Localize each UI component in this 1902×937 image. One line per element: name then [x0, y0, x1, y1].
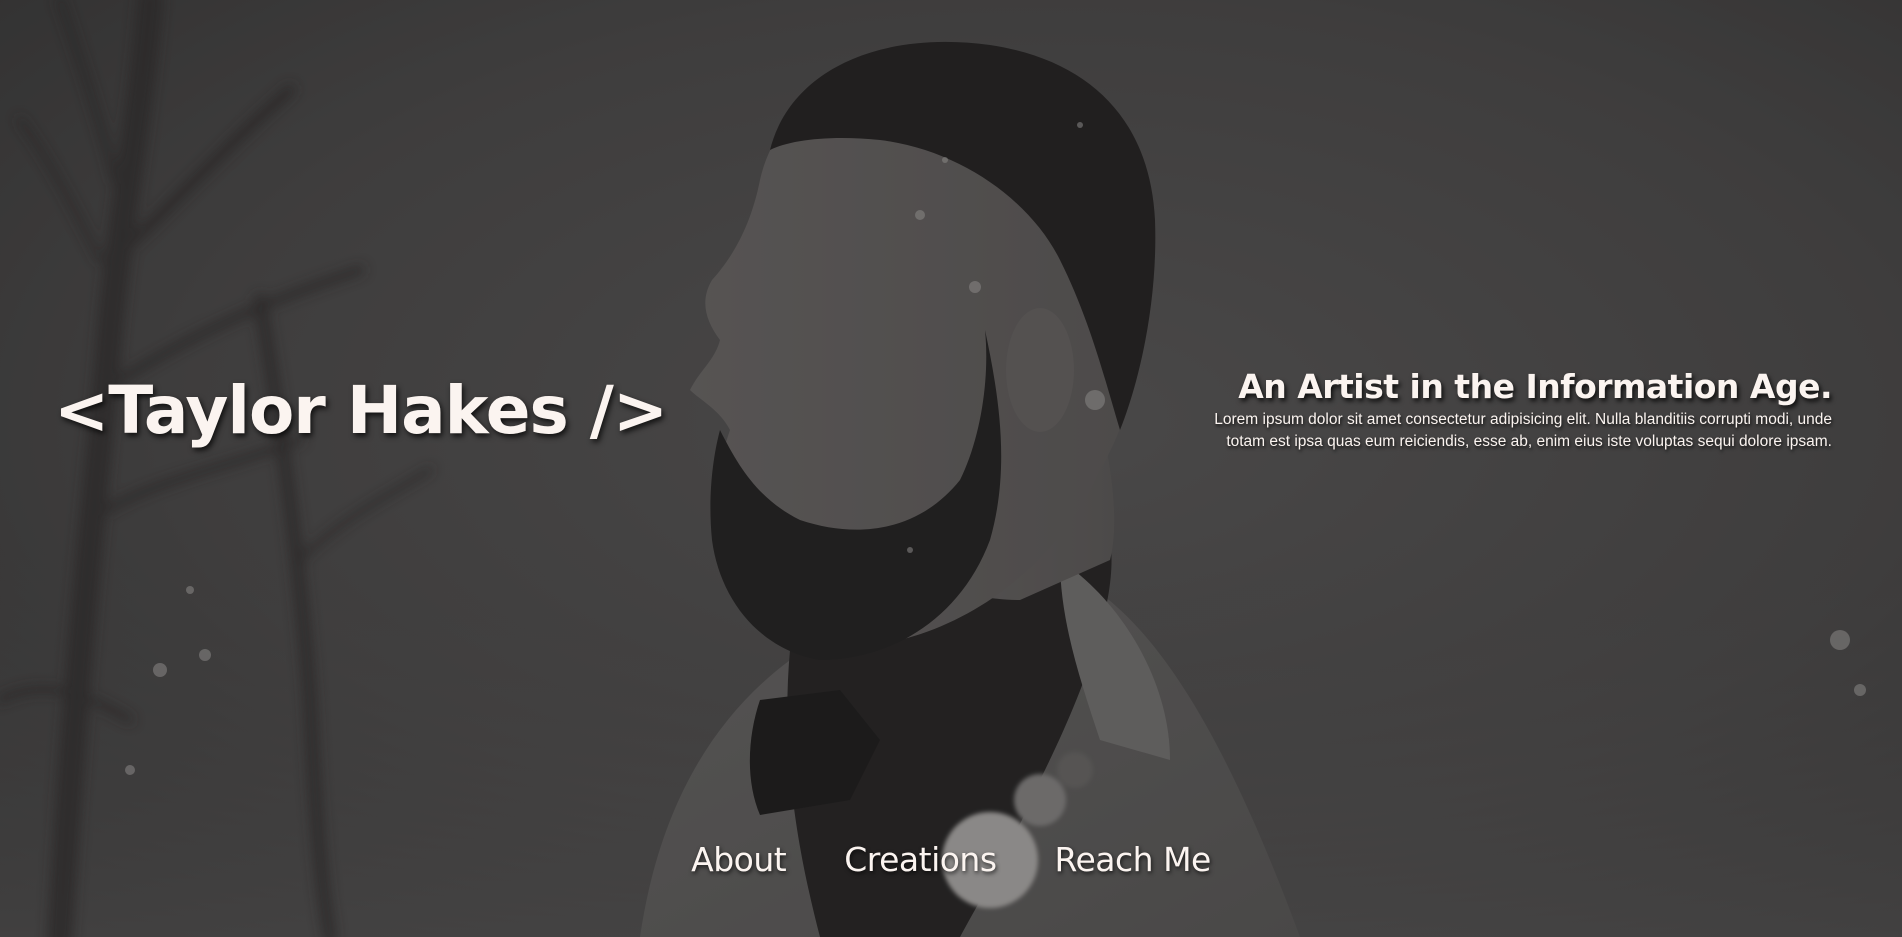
- main-nav: About Creations Reach Me: [0, 840, 1902, 880]
- tagline-heading: An Artist in the Information Age.: [1238, 367, 1832, 406]
- tagline-block: An Artist in the Information Age. Lorem …: [1212, 368, 1832, 453]
- tagline-description: Lorem ipsum dolor sit amet consectetur a…: [1214, 410, 1832, 450]
- hero-section: <Taylor Hakes /> An Artist in the Inform…: [0, 0, 1902, 937]
- nav-link-reach-me[interactable]: Reach Me: [1055, 840, 1212, 880]
- nav-link-about[interactable]: About: [691, 840, 787, 880]
- hero-background-photo: [0, 0, 1902, 937]
- nav-link-creations[interactable]: Creations: [844, 840, 997, 880]
- site-title: <Taylor Hakes />: [54, 372, 668, 449]
